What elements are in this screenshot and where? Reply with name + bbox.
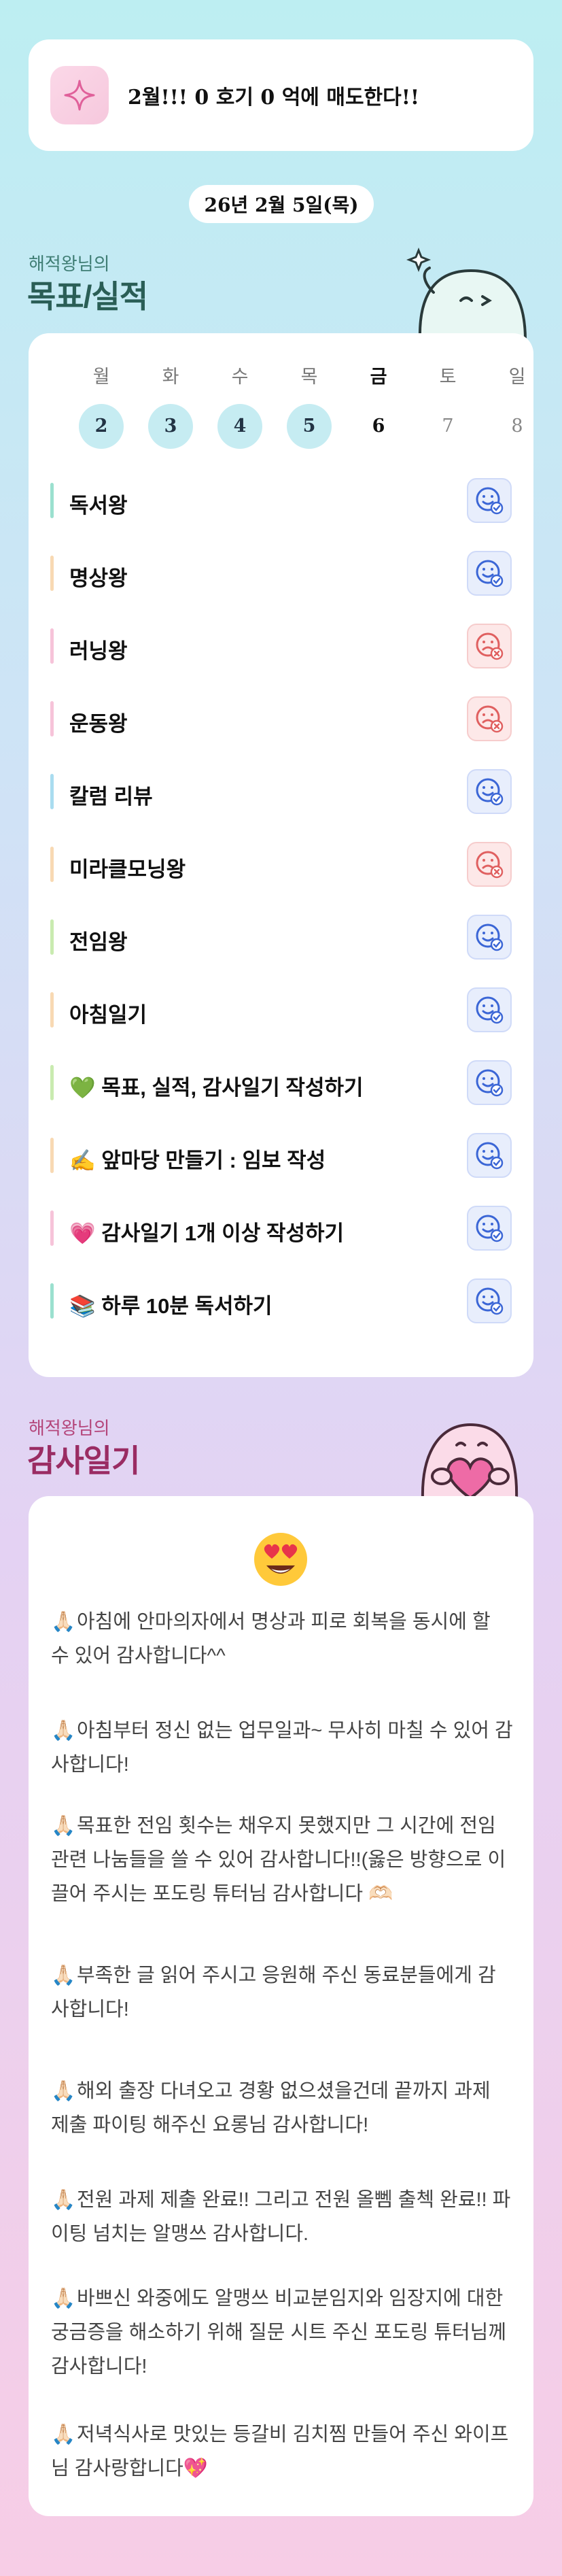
journal-entry-text: 목표한 전임 횟수는 채우지 못했지만 그 시간에 전임관련 나눔들을 쓸 수 … — [51, 1815, 506, 1905]
frown-x-icon[interactable] — [467, 842, 512, 887]
journal-entry: 🙏🏻전원 과제 제출 완료!! 그리고 전원 올뻼 출첵 완료!! 파이팅 넘치… — [51, 2183, 513, 2251]
journal-entry: 🙏🏻해외 출장 다녀오고 경황 없으셨을건데 끝까지 과제 제출 파이팅 해주신… — [51, 2074, 513, 2142]
goal-banner: 2월!!! 0 호기 0 억에 매도한다!! — [29, 39, 533, 151]
goal-row[interactable]: 러닝왕 — [50, 622, 512, 671]
goal-label: 칼럼 리뷰 — [69, 785, 153, 809]
praying-hands-icon: 🙏🏻 — [51, 1815, 76, 1837]
day-label-sun: 일 — [508, 367, 526, 387]
goal-label: 💗 감사일기 1개 이상 작성하기 — [69, 1221, 345, 1245]
journal-entry: 🙏🏻아침에 안마의자에서 명상과 피로 회복을 동시에 할 수 있어 감사합니다… — [51, 1605, 513, 1673]
day-label-wed: 수 — [231, 367, 249, 387]
smile-check-icon[interactable] — [467, 551, 512, 596]
goal-label: 전임왕 — [69, 930, 128, 954]
smile-check-icon[interactable] — [467, 1133, 512, 1178]
day-label-tue: 화 — [162, 367, 179, 387]
goal-row[interactable]: 📚 하루 10분 독서하기 — [50, 1276, 512, 1325]
goal-label: 💚 목표, 실적, 감사일기 작성하기 — [69, 1076, 364, 1100]
journal-entry-text: 바쁘신 와중에도 알맹쓰 비교분임지와 임장지에 대한 궁금증을 해소하기 위해… — [51, 2288, 507, 2377]
journal-entry-text: 저녁식사로 맛있는 등갈비 김치찜 만들어 주신 와이프님 감사랑합니다💖 — [51, 2424, 509, 2479]
journal-entry-text: 아침에 안마의자에서 명상과 피로 회복을 동시에 할 수 있어 감사합니다^^ — [51, 1611, 491, 1667]
goal-accent-bar — [50, 1283, 54, 1319]
goal-row[interactable]: 미라클모닝왕 — [50, 840, 512, 889]
goal-accent-bar — [50, 919, 54, 955]
praying-hands-icon: 🙏🏻 — [51, 1611, 76, 1633]
journal-entry: 🙏🏻부족한 글 읽어 주시고 응원해 주신 동료분들에게 감사합니다! — [51, 1959, 513, 2027]
day-label-sat: 토 — [439, 367, 457, 387]
goal-accent-bar — [50, 1065, 54, 1100]
goal-label: 러닝왕 — [69, 639, 128, 663]
goal-row[interactable]: 독서왕 — [50, 476, 512, 525]
goal-row[interactable]: 전임왕 — [50, 913, 512, 962]
frown-x-icon[interactable] — [467, 696, 512, 741]
praying-hands-icon: 🙏🏻 — [51, 2288, 76, 2309]
goal-label: 아침일기 — [69, 1003, 147, 1027]
goal-accent-bar — [50, 628, 54, 664]
day-number-wed[interactable]: 4 — [217, 404, 262, 449]
goal-banner-text: 2월!!! 0 호기 0 억에 매도한다!! — [128, 86, 420, 109]
journal-entry-text: 아침부터 정신 없는 업무일과~ 무사히 마칠 수 있어 감사합니다! — [51, 1720, 513, 1776]
journal-entry: 🙏🏻아침부터 정신 없는 업무일과~ 무사히 마칠 수 있어 감사합니다! — [51, 1714, 513, 1782]
praying-hands-icon: 🙏🏻 — [51, 2080, 76, 2102]
goal-row[interactable]: 아침일기 — [50, 985, 512, 1034]
day-number-sat[interactable]: 7 — [425, 404, 470, 449]
goal-accent-bar — [50, 556, 54, 591]
goal-accent-bar — [50, 1210, 54, 1246]
day-number-mon[interactable]: 2 — [79, 404, 124, 449]
goal-row[interactable]: 💚 목표, 실적, 감사일기 작성하기 — [50, 1058, 512, 1107]
goal-row[interactable]: ✍️ 앞마당 만들기 : 임보 작성 — [50, 1131, 512, 1180]
day-number-tue[interactable]: 3 — [148, 404, 193, 449]
praying-hands-icon: 🙏🏻 — [51, 1965, 76, 1986]
goals-section-title: 목표/실적 — [27, 279, 148, 314]
goal-accent-bar — [50, 847, 54, 882]
sparkle-icon — [50, 66, 109, 124]
smile-check-icon[interactable] — [467, 1060, 512, 1105]
smile-check-icon[interactable] — [467, 769, 512, 814]
smile-check-icon[interactable] — [467, 1206, 512, 1251]
day-label-mon: 월 — [92, 367, 110, 387]
smile-check-icon[interactable] — [467, 915, 512, 960]
journal-entry: 🙏🏻목표한 전임 횟수는 채우지 못했지만 그 시간에 전임관련 나눔들을 쓸 … — [51, 1809, 513, 1911]
heart-mascot-icon — [421, 1423, 519, 1499]
day-label-thu: 목 — [300, 367, 318, 387]
praying-hands-icon: 🙏🏻 — [51, 2424, 76, 2445]
date-pill[interactable]: 26년 2월 5일(목) — [189, 185, 374, 223]
goal-accent-bar — [50, 483, 54, 518]
day-number-thu[interactable]: 5 — [287, 404, 332, 449]
journal-entry: 🙏🏻바쁘신 와중에도 알맹쓰 비교분임지와 임장지에 대한 궁금증을 해소하기 … — [51, 2282, 513, 2384]
goal-label: 운동왕 — [69, 712, 128, 736]
day-number-fri[interactable]: 6 — [356, 404, 401, 449]
goal-label: 📚 하루 10분 독서하기 — [69, 1294, 273, 1318]
gratitude-journal-card: 🙏🏻아침에 안마의자에서 명상과 피로 회복을 동시에 할 수 있어 감사합니다… — [29, 1496, 533, 2516]
journal-entry-text: 해외 출장 다녀오고 경황 없으셨을건데 끝까지 과제 제출 파이팅 해주신 요… — [51, 2080, 491, 2136]
journal-entry-text: 전원 과제 제출 완료!! 그리고 전원 올뻼 출첵 완료!! 파이팅 넘치는 … — [51, 2189, 511, 2245]
goal-label: ✍️ 앞마당 만들기 : 임보 작성 — [69, 1149, 326, 1172]
goal-accent-bar — [50, 701, 54, 736]
goal-accent-bar — [50, 992, 54, 1028]
praying-hands-icon: 🙏🏻 — [51, 1720, 76, 1742]
goal-accent-bar — [50, 1138, 54, 1173]
goals-card: 월 화 수 목 금 토 일 2 3 4 5 6 7 8 독서왕 명상왕 러닝왕 운동왕… — [29, 333, 533, 1377]
praying-hands-icon: 🙏🏻 — [51, 2189, 76, 2211]
day-number-sun[interactable]: 8 — [495, 404, 540, 449]
goal-label: 독서왕 — [69, 494, 128, 518]
heart-eyes-emoji-icon — [254, 1533, 307, 1586]
ghost-mascot-icon — [406, 247, 527, 340]
smile-check-icon[interactable] — [467, 1278, 512, 1323]
journal-entry: 🙏🏻저녁식사로 맛있는 등갈비 김치찜 만들어 주신 와이프님 감사랑합니다💖 — [51, 2418, 513, 2486]
goal-label: 미라클모닝왕 — [69, 858, 186, 881]
goal-row[interactable]: 운동왕 — [50, 694, 512, 743]
frown-x-icon[interactable] — [467, 624, 512, 668]
smile-check-icon[interactable] — [467, 478, 512, 523]
day-label-fri: 금 — [370, 367, 387, 387]
goal-accent-bar — [50, 774, 54, 809]
goal-row[interactable]: 칼럼 리뷰 — [50, 767, 512, 816]
goal-row[interactable]: 명상왕 — [50, 549, 512, 598]
goal-row[interactable]: 💗 감사일기 1개 이상 작성하기 — [50, 1204, 512, 1253]
journal-entry-text: 부족한 글 읽어 주시고 응원해 주신 동료분들에게 감사합니다! — [51, 1965, 496, 2020]
goal-label: 명상왕 — [69, 566, 128, 590]
journal-section-title: 감사일기 — [27, 1443, 140, 1478]
smile-check-icon[interactable] — [467, 987, 512, 1032]
